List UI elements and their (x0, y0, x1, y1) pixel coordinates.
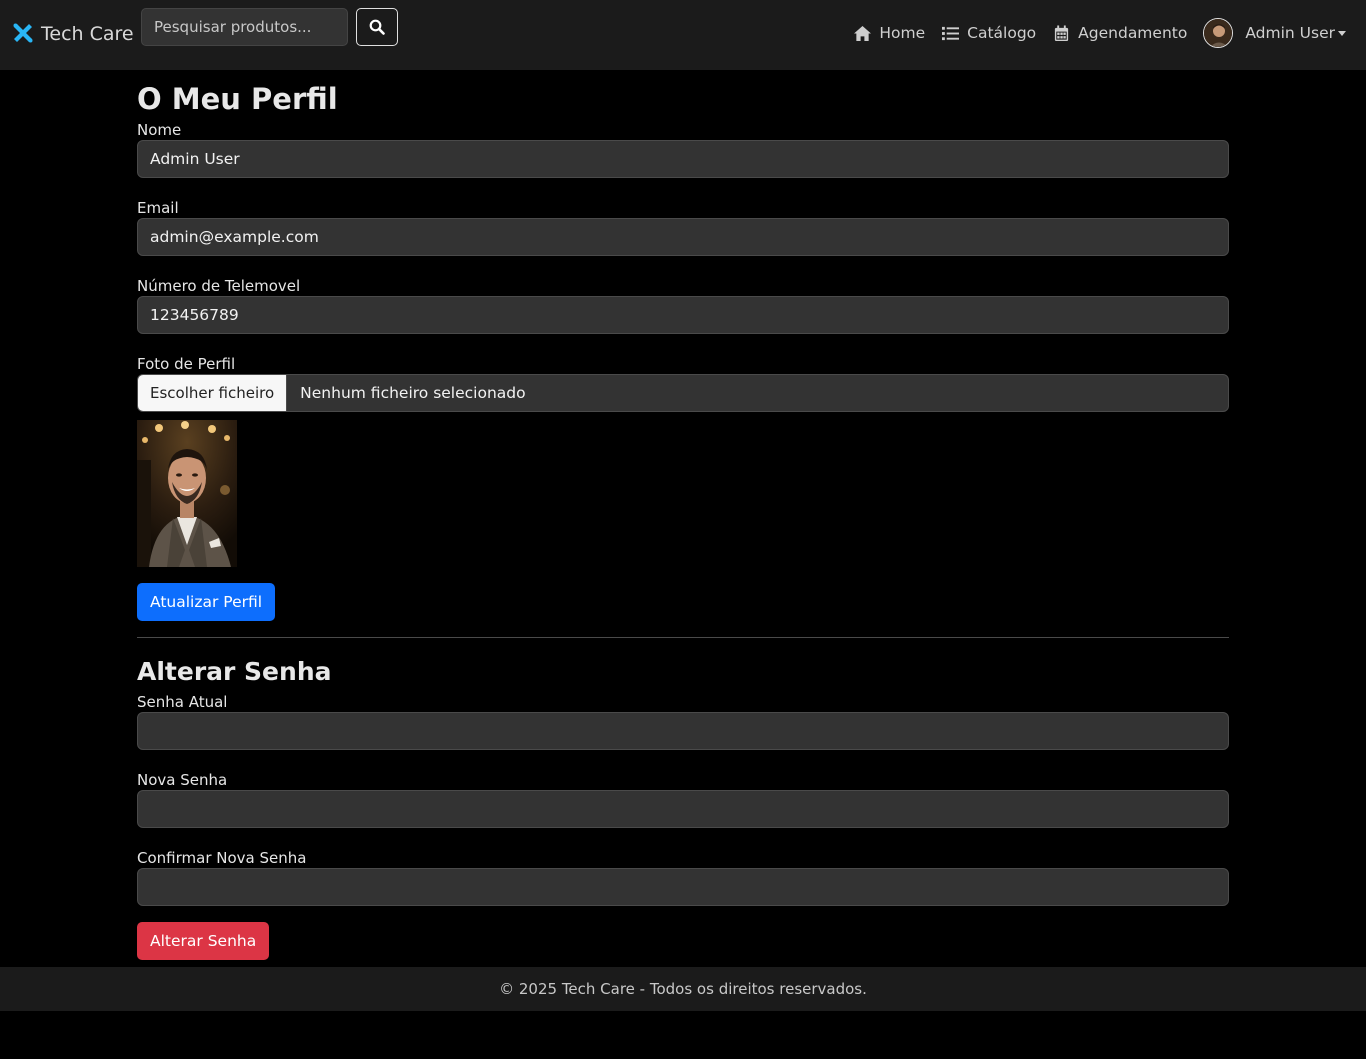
current-password-group: Senha Atual (137, 692, 1229, 750)
name-group: Nome Admin User (137, 120, 1229, 178)
name-field[interactable]: Admin User (137, 140, 1229, 178)
confirm-password-field[interactable] (137, 868, 1229, 906)
nav-catalogo[interactable]: Catálogo (941, 24, 1036, 42)
current-password-label: Senha Atual (137, 693, 228, 711)
change-password-button[interactable]: Alterar Senha (137, 922, 270, 960)
phone-field[interactable]: 123456789 (137, 296, 1229, 334)
change-password-title: Alterar Senha (137, 657, 332, 686)
nav-agendamento-label: Agendamento (1078, 24, 1188, 42)
footer: © 2025 Tech Care - Todos os direitos res… (0, 967, 1366, 1011)
name-label: Nome (137, 121, 182, 139)
brand-name: Tech Care (41, 23, 134, 45)
email-label: Email (137, 199, 179, 217)
page-title: O Meu Perfil (137, 82, 338, 116)
file-status: Nenhum ficheiro selecionado (300, 384, 526, 402)
email-group: Email admin@example.com (137, 198, 1229, 256)
navbar: Tech Care Home Catálogo (0, 0, 1366, 70)
user-name: Admin User (1245, 24, 1335, 42)
update-profile-button[interactable]: Atualizar Perfil (137, 583, 276, 621)
profile-page: O Meu Perfil Nome Admin User Email admin… (137, 78, 1229, 960)
confirm-password-group: Confirmar Nova Senha (137, 848, 1229, 906)
home-icon (854, 25, 872, 41)
new-password-group: Nova Senha (137, 770, 1229, 828)
photo-label: Foto de Perfil (137, 355, 236, 373)
phone-group: Número de Telemovel 123456789 (137, 276, 1229, 334)
new-password-label: Nova Senha (137, 771, 228, 789)
avatar (1203, 18, 1234, 48)
nav-home-label: Home (879, 24, 926, 42)
new-password-field[interactable] (137, 790, 1229, 828)
calendar-icon (1055, 24, 1069, 41)
brand-logo[interactable]: Tech Care (11, 22, 134, 46)
caret-down-icon (1338, 31, 1346, 36)
tools-icon (13, 23, 33, 43)
nav-catalogo-label: Catálogo (967, 24, 1037, 42)
confirm-password-label: Confirmar Nova Senha (137, 849, 307, 867)
nav-agendamento[interactable]: Agendamento (1052, 24, 1187, 42)
email-field[interactable]: admin@example.com (137, 218, 1229, 256)
photo-group: Foto de Perfil Escolher ficheiro Nenhum … (137, 354, 1229, 567)
list-icon (942, 26, 960, 40)
nav-home[interactable]: Home (853, 24, 925, 42)
photo-file-input[interactable]: Escolher ficheiro Nenhum ficheiro seleci… (137, 374, 1229, 412)
user-menu-dropdown[interactable]: Admin User (1203, 18, 1346, 48)
search-input[interactable] (141, 8, 348, 46)
choose-file-button[interactable]: Escolher ficheiro (138, 375, 288, 411)
phone-label: Número de Telemovel (137, 277, 301, 295)
footer-copyright: © 2025 Tech Care - Todos os direitos res… (499, 980, 867, 998)
search-button[interactable] (356, 8, 398, 46)
nav-links: Home Catálogo Agendamento Admin User (837, 18, 1346, 48)
profile-photo (137, 420, 237, 567)
section-divider (137, 637, 1229, 638)
current-password-field[interactable] (137, 712, 1229, 750)
search-icon (369, 19, 385, 35)
